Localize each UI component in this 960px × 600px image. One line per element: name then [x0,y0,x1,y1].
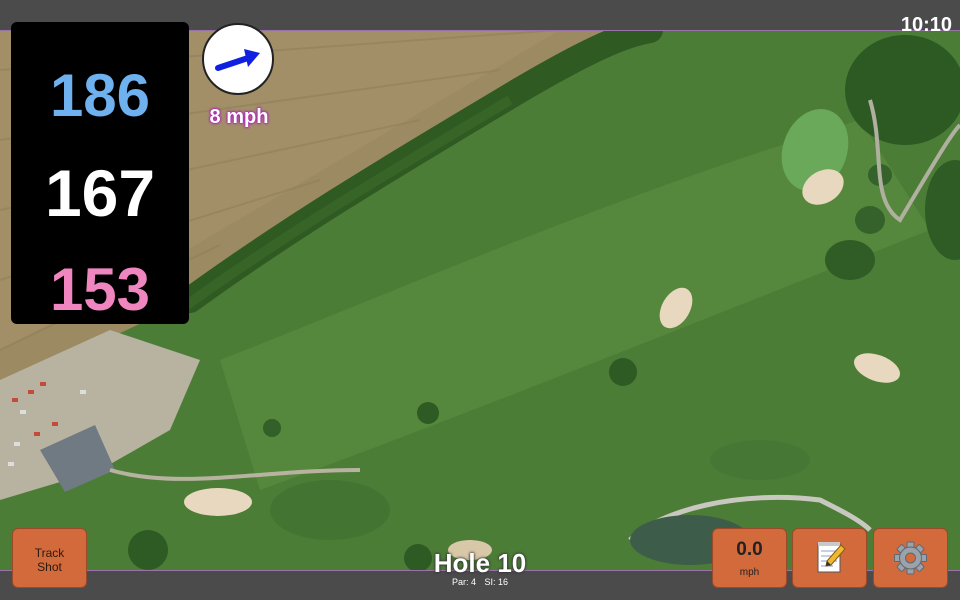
clock: 10:10 [900,14,952,36]
golf-gps-app: 10:10 186 167 153 8 mph Track Shot Hole … [0,0,960,600]
middle-distance: 167 [44,156,156,230]
wind-speed: 8 mph [209,106,269,128]
gear-icon [894,541,927,575]
speed-unit: mph [739,567,760,578]
hole-info: Par: 4 SI: 16 [380,577,580,587]
front-distance: 153 [49,256,151,323]
track-shot-label-line2: Shot [37,560,62,574]
track-shot-label-line1: Track [34,546,65,560]
settings-button[interactable] [873,528,948,588]
stroke-index-label: SI: 16 [484,577,509,587]
back-distance: 186 [49,62,151,129]
track-shot-button[interactable]: Track Shot [12,528,87,588]
wind-indicator [202,23,274,95]
notepad-pencil-icon [817,542,846,573]
notes-button[interactable] [792,528,867,588]
hole-title: Hole 10 [433,548,527,578]
distance-panel: 186 167 153 [11,22,189,324]
par-label: Par: 4 [451,577,476,587]
speed-value: 0.0 [736,539,763,560]
speed-button[interactable]: 0.0 mph [712,528,787,588]
wind-direction-arrow-icon [215,49,260,71]
